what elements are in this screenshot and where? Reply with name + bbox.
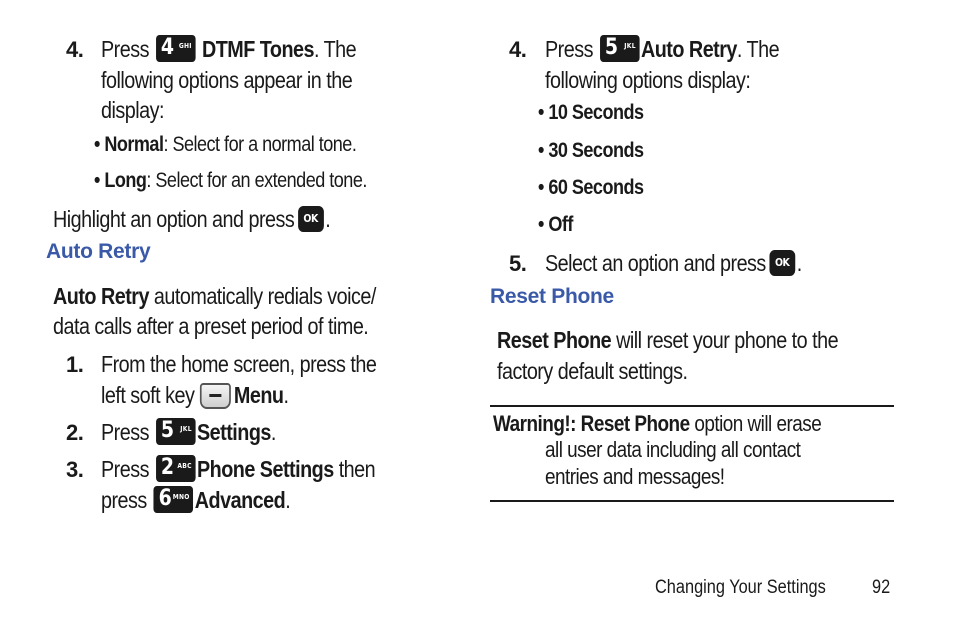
step-number: 2. [66, 420, 84, 445]
option-item: • Off [538, 213, 573, 236]
step-1-text: From the home screen, press the [101, 351, 377, 377]
option-item: • 30 Seconds [538, 139, 644, 162]
warning-text-line: entries and messages! [545, 464, 725, 489]
left-soft-key-icon [199, 382, 231, 409]
reset-phone-intro: Reset Phone will reset your phone to the [497, 327, 839, 353]
step-number: 5. [509, 251, 527, 276]
key-5-icon: 5 JKL [155, 418, 196, 446]
press-label: Press [101, 36, 149, 62]
step-number: 4. [509, 37, 527, 62]
step-number: 3. [66, 457, 84, 482]
text-fragment: . The [314, 36, 357, 62]
manual-page: 4. Press 4 GHI DTMF Tones. The following … [0, 0, 954, 636]
warning-text-line: all user data including all contact [545, 437, 801, 462]
step-1-text-line: left soft key Menu. [101, 382, 289, 409]
auto-retry-intro-line: data calls after a preset period of time… [53, 313, 369, 339]
bullet-item-normal: • Normal: Select for a normal tone. [94, 133, 357, 156]
ok-key-icon: OK [769, 249, 796, 276]
option-item: • 10 Seconds [538, 101, 644, 124]
step-text-line: display: [101, 97, 164, 123]
bullet-item-long: • Long: Select for an extended tone. [94, 169, 367, 192]
key-6-icon: 6 MNO [153, 486, 194, 514]
ok-key-icon: OK [297, 205, 324, 232]
step-number: 4. [66, 37, 84, 62]
key-4-icon: 4 GHI [155, 35, 196, 63]
step-number: 1. [66, 352, 84, 377]
step-text: Press 5 JKL Auto Retry. The [545, 35, 780, 63]
step-3-text: Press 2 ABC Phone Settings then [101, 455, 376, 483]
section-heading-auto-retry: Auto Retry [46, 240, 151, 263]
section-heading-reset-phone: Reset Phone [490, 285, 614, 308]
footer-section-title: Changing Your Settings [655, 577, 826, 598]
key-2-icon: 2 ABC [155, 455, 196, 483]
key-5-icon: 5 JKL [599, 35, 640, 63]
step-3-text-line: press 6 MNO Advanced. [101, 486, 291, 514]
option-item: • 60 Seconds [538, 176, 644, 199]
step-2-text: Press 5 JKL Settings. [101, 418, 276, 446]
highlight-instruction: Highlight an option and press OK. [53, 205, 331, 232]
reset-phone-intro-line: factory default settings. [497, 358, 688, 384]
warning-bottom-rule [490, 500, 894, 502]
warning-top-rule [490, 405, 894, 407]
step-text-line: following options appear in the [101, 67, 353, 93]
step-text-line: following options display: [545, 67, 751, 93]
page-number: 92 [872, 577, 891, 598]
step-5-text: Select an option and press OK. [545, 249, 802, 276]
warning-text: Warning!: Reset Phone option will erase [493, 411, 822, 436]
auto-retry-intro: Auto Retry automatically redials voice/ [53, 283, 376, 309]
step-text: Press 4 GHI DTMF Tones. The [101, 34, 398, 65]
dtmf-tones-label: DTMF Tones [201, 36, 315, 62]
